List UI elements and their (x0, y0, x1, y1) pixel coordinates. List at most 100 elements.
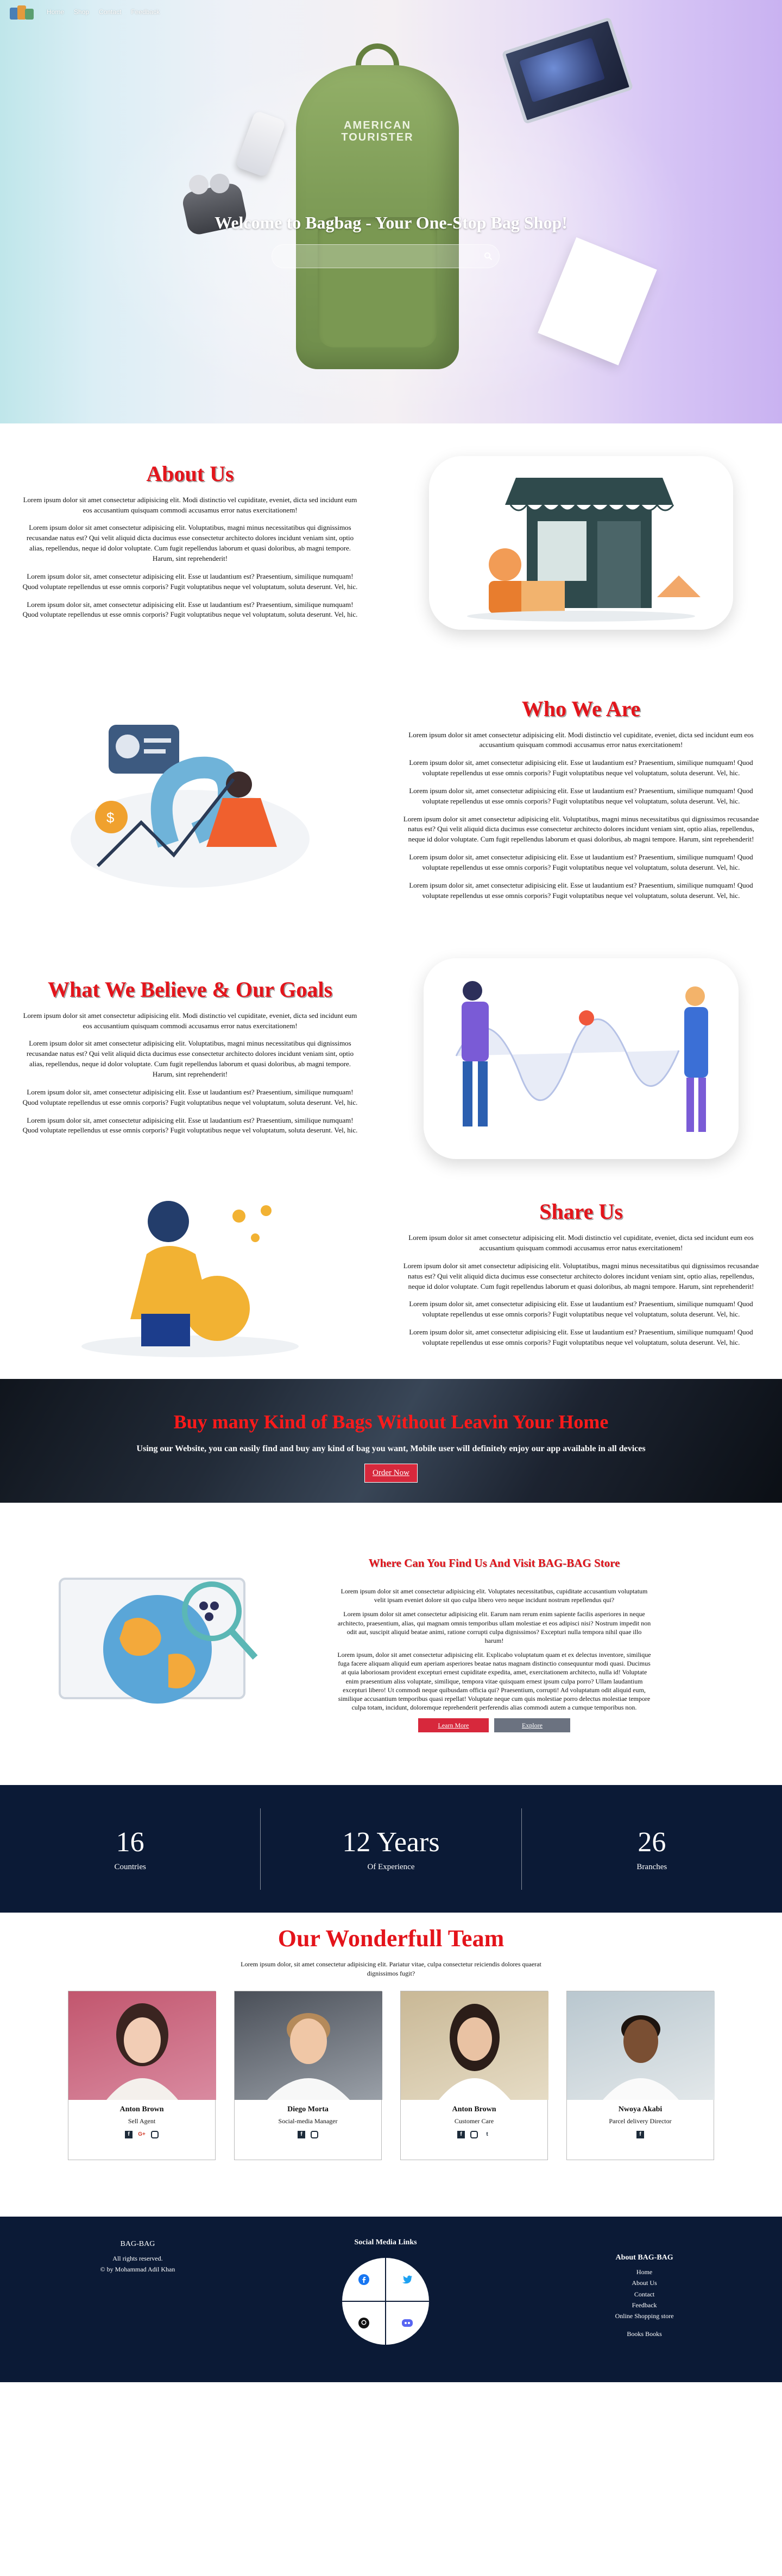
stat-number: 26 (638, 1826, 666, 1858)
find-paragraph: Lorem ipsum dolor sit amet consectetur a… (340, 1587, 648, 1604)
footer-brand: BAG-BAG (120, 2240, 155, 2248)
laptop-image (501, 16, 634, 125)
instagram-icon[interactable] (151, 2130, 159, 2138)
instagram-icon[interactable] (311, 2130, 318, 2138)
stat-number: 16 (116, 1826, 144, 1858)
svg-text:$: $ (106, 809, 115, 826)
order-now-button[interactable]: Order Now (364, 1464, 418, 1483)
backpack-brand-label: AMERICAN TOURISTER (341, 119, 414, 143)
nav-contact-link[interactable]: Contact (99, 8, 121, 16)
stat-number: 12 Years (342, 1826, 440, 1858)
team-section: Our Wonderfull Team Lorem ipsum dolor, s… (0, 1913, 782, 2217)
banner-title: Buy many Kind of Bags Without Leavin You… (173, 1411, 609, 1433)
shop-illustration (429, 456, 733, 630)
find-us-title: Where Can You Find Us And Visit BAG-BAG … (368, 1556, 620, 1569)
social-links-circle (342, 2258, 429, 2345)
facebook-icon[interactable]: f (457, 2130, 465, 2138)
believe-title: What We Believe & Our Goals (47, 977, 333, 1002)
learn-more-button[interactable]: Learn More (418, 1718, 489, 1733)
stat-experience: 12 Years Of Experience (261, 1808, 522, 1890)
hero-title: Welcome to Bagbag - Your One-Stop Bag Sh… (215, 213, 567, 232)
member-role: Social-media Manager (278, 2117, 338, 2125)
footer-link-home[interactable]: Home (539, 2267, 749, 2277)
share-title: Share Us (539, 1199, 623, 1224)
nav-home-link[interactable]: Home (47, 8, 64, 16)
believe-paragraph: Lorem ipsum dolor sit amet consectetur a… (26, 1039, 354, 1078)
believe-paragraph: Lorem ipsum dolor sit, amet consectetur … (22, 1087, 358, 1106)
facebook-icon[interactable]: f (125, 2130, 133, 2138)
nav-shop-link[interactable]: Shop (74, 8, 89, 16)
member-name: Nwoya Akabi (618, 2105, 663, 2113)
about-paragraph: Lorem ipsum dolor sit amet consectetur a… (23, 495, 357, 514)
footer-copyright: © by Mohammad Adil Khan (100, 2265, 175, 2273)
who-section: $ Who We Are Lorem ipsum dolor sit amet … (0, 651, 782, 945)
share-paragraph: Lorem ipsum dolor sit amet consectetur a… (408, 1233, 754, 1252)
team-member-card: Anton Brown Customer Care f t (400, 1990, 548, 2160)
member-name: Anton Brown (452, 2105, 496, 2113)
stat-label: Of Experience (367, 1863, 415, 1872)
goals-illustration (424, 958, 739, 1159)
who-paragraph: Lorem ipsum dolor sit, amet consectetur … (409, 758, 753, 777)
stat-branches: 26 Branches (522, 1808, 782, 1890)
globe-map-illustration (59, 1578, 258, 1704)
share-paragraph: Lorem ipsum dolor sit amet consectetur a… (403, 1261, 759, 1290)
instagram-icon[interactable] (470, 2130, 478, 2138)
team-illustration: $ (71, 725, 310, 888)
team-member-card: Nwoya Akabi Parcel delivery Director f (566, 1990, 715, 2160)
about-paragraph: Lorem ipsum dolor sit, amet consectetur … (22, 600, 358, 619)
facebook-icon[interactable]: f (298, 2130, 305, 2138)
share-paragraph: Lorem ipsum dolor sit, amet consectetur … (409, 1300, 753, 1319)
footer-link-store[interactable]: Online Shopping store (539, 2311, 749, 2321)
search-icon[interactable] (477, 245, 499, 267)
footer-link-feedback[interactable]: Feedback (539, 2300, 749, 2311)
stats-section: 16 Countries 12 Years Of Experience 26 B… (0, 1785, 782, 1913)
member-photo (68, 1991, 216, 2100)
search-bar (272, 244, 500, 268)
about-paragraph: Lorem ipsum dolor sit amet consectetur a… (26, 523, 354, 562)
paper-image (538, 237, 657, 366)
who-paragraph: Lorem ipsum dolor sit amet consectetur a… (403, 814, 759, 844)
believe-paragraph: Lorem ipsum dolor sit amet consectetur a… (23, 1011, 357, 1030)
backpack-image: AMERICAN TOURISTER (296, 43, 459, 380)
footer-about-title: About BAG-BAG (615, 2254, 673, 2262)
team-title: Our Wonderfull Team (278, 1925, 504, 1952)
twitter-icon[interactable]: t (483, 2131, 491, 2138)
social-links-title: Social Media Links (354, 2238, 417, 2246)
footer: BAG-BAG All rights reserved. © by Mohamm… (0, 2217, 782, 2382)
share-illustration (81, 1201, 299, 1357)
team-subtitle: Lorem ipsum dolor, sit amet consectetur … (241, 1960, 541, 1978)
discord-icon[interactable] (386, 2301, 429, 2345)
member-photo (401, 1991, 548, 2100)
nav-feedback-link[interactable]: Feedback (131, 8, 160, 16)
stat-label: Countries (114, 1863, 146, 1872)
order-banner: Buy many Kind of Bags Without Leavin You… (0, 1379, 782, 1503)
footer-link-contact[interactable]: Contact (539, 2289, 749, 2300)
about-paragraph: Lorem ipsum dolor sit, amet consectetur … (22, 572, 358, 591)
who-paragraph: Lorem ipsum dolor sit, amet consectetur … (409, 853, 753, 871)
find-paragraph: Lorem ipsum dolor sit amet consectetur a… (337, 1610, 651, 1644)
about-section: About Us Lorem ipsum dolor sit amet cons… (0, 423, 782, 651)
share-paragraph: Lorem ipsum dolor sit, amet consectetur … (409, 1328, 753, 1346)
github-icon[interactable] (342, 2301, 386, 2345)
phone-image (235, 110, 287, 178)
who-paragraph: Lorem ipsum dolor sit, amet consectetur … (409, 881, 753, 900)
find-paragraph: Lorem ipsum, dolor sit amet consectetur … (337, 1651, 651, 1712)
twitter-icon[interactable] (386, 2258, 429, 2301)
team-member-card: Diego Morta Social-media Manager f (234, 1990, 382, 2160)
find-us-section: Where Can You Find Us And Visit BAG-BAG … (0, 1503, 782, 1785)
share-section: Share Us Lorem ipsum dolor sit amet cons… (0, 1173, 782, 1379)
believe-section: What We Believe & Our Goals Lorem ipsum … (0, 945, 782, 1173)
search-input[interactable] (272, 252, 477, 261)
top-nav: Home Shop Contact Feedback (0, 0, 782, 24)
footer-link-about[interactable]: About Us (539, 2277, 749, 2288)
google-plus-icon[interactable]: G+ (138, 2131, 146, 2138)
about-title: About Us (146, 461, 234, 486)
member-role: Parcel delivery Director (609, 2117, 672, 2125)
banner-subtitle: Using our Website, you can easily find a… (136, 1444, 646, 1453)
who-paragraph: Lorem ipsum dolor sit, amet consectetur … (409, 786, 753, 805)
bag-logo[interactable] (8, 2, 37, 22)
explore-button[interactable]: Explore (494, 1718, 570, 1733)
member-photo (235, 1991, 382, 2100)
facebook-icon[interactable]: f (636, 2130, 644, 2138)
facebook-icon[interactable] (342, 2258, 386, 2301)
